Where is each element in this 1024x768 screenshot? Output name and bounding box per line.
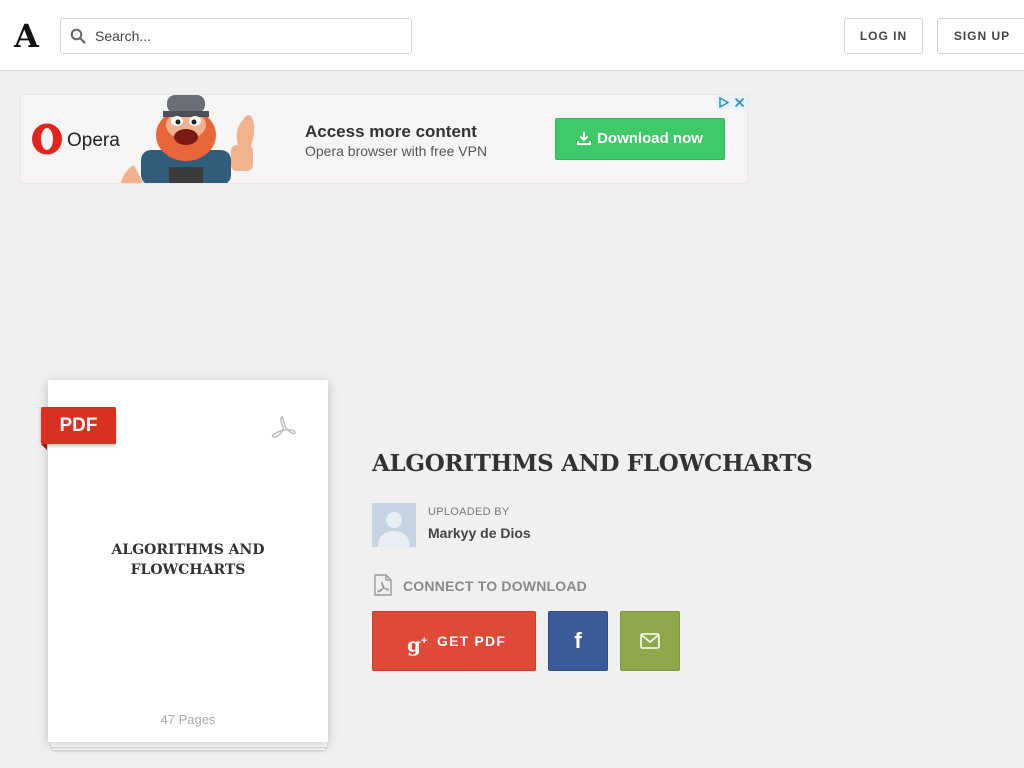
page-count: 47 Pages xyxy=(160,712,216,727)
site-logo[interactable]: A xyxy=(14,16,39,56)
ad-close-icon[interactable] xyxy=(732,95,747,110)
get-pdf-label: GET PDF xyxy=(437,633,507,649)
search-icon xyxy=(70,28,86,44)
signup-button[interactable]: SIGN UP xyxy=(937,18,1024,54)
cover-title-line1: ALGORITHMS AND xyxy=(111,542,265,558)
google-plus-get-pdf-button[interactable]: g+ GET PDF xyxy=(372,611,536,671)
ad-download-button[interactable]: Download now xyxy=(555,118,725,160)
login-button[interactable]: LOG IN xyxy=(844,18,923,54)
download-icon xyxy=(577,132,592,145)
opera-logo-icon xyxy=(32,123,62,155)
uploader-name[interactable]: Markyy de Dios xyxy=(428,525,531,541)
search-input[interactable] xyxy=(95,19,405,53)
facebook-icon: f xyxy=(574,628,582,653)
mail-icon xyxy=(640,633,660,649)
ad-subline: Opera browser with free VPN xyxy=(305,143,488,159)
ad-banner[interactable]: Opera Access more content Opera browser … xyxy=(20,94,748,184)
uploader-avatar[interactable] xyxy=(372,503,416,547)
email-button[interactable] xyxy=(620,611,680,671)
acrobat-icon xyxy=(271,416,296,438)
ad-headline: Access more content xyxy=(305,122,477,141)
document-title: ALGORITHMS AND FLOWCHARTS xyxy=(372,450,813,477)
google-plus-icon: g+ xyxy=(407,632,428,657)
pdf-badge: PDF xyxy=(41,407,116,444)
cover-title-line2: FLOWCHARTS xyxy=(130,562,246,578)
ad-brand-name: Opera xyxy=(67,130,120,151)
connect-to-download-label: CONNECT TO DOWNLOAD xyxy=(403,578,587,594)
facebook-button[interactable]: f xyxy=(548,611,608,671)
cover-title: ALGORITHMS AND FLOWCHARTS xyxy=(48,540,328,580)
adchoices-icon[interactable] xyxy=(716,95,731,110)
top-header: A LOG IN SIGN UP xyxy=(0,0,1024,71)
pdf-file-icon xyxy=(374,574,392,596)
pdf-badge-fold xyxy=(41,444,47,450)
search-box[interactable] xyxy=(60,18,412,54)
viking-mascot-icon xyxy=(120,95,255,183)
ad-download-label: Download now xyxy=(597,130,703,147)
uploaded-by-label: UPLOADED BY xyxy=(428,506,510,518)
user-avatar-icon xyxy=(378,512,410,547)
